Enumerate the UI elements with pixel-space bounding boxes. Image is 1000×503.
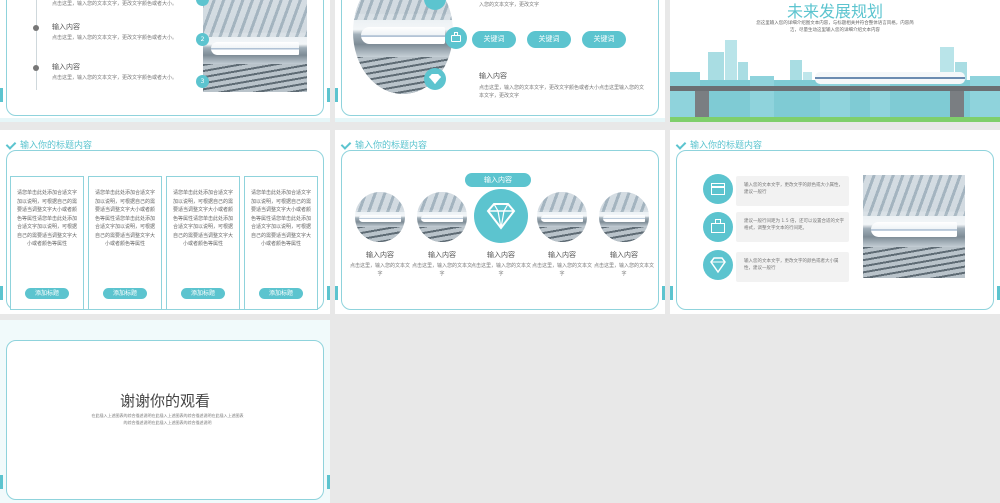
train-photo	[203, 0, 307, 92]
card-1-text: 请您单击此处添加合适文字加以说明，可根据自己的需要适当调整文字大小或者颜色等属性…	[17, 190, 78, 247]
thanks-title: 谢谢你的观看	[119, 392, 210, 410]
tick	[335, 286, 338, 300]
calendar-icon	[703, 174, 733, 204]
tick	[670, 286, 673, 300]
item-2-title: 输入内容	[52, 23, 80, 31]
step-number-2: 2	[196, 33, 209, 46]
row-3-text: 输入您的文本文字，更改文字的颜色或者大小属性，建议一般行	[744, 259, 839, 271]
city-skyline	[670, 40, 1000, 122]
circle-photo-4	[537, 192, 587, 242]
tick	[327, 475, 330, 489]
diamond-icon	[703, 250, 733, 280]
item-1-title: 输入内容	[366, 251, 394, 259]
toolbox-icon	[445, 27, 467, 49]
item-2-desc: 点击这里，输入您的文本文字，更改文字颜色或者大小。	[52, 35, 178, 41]
check-icon	[6, 140, 16, 150]
card-4-text: 请您单击此处添加合适文字加以说明，可根据自己的需要适当调整文字大小或者颜色等属性…	[251, 190, 312, 247]
item-5-desc: 点击这里，输入您的文本文字	[594, 263, 655, 277]
item-3-title: 输入内容	[487, 251, 515, 259]
tick	[327, 286, 330, 300]
keyword-button-2[interactable]: 关键词	[527, 31, 571, 48]
check-icon	[341, 140, 351, 150]
diamond-icon	[474, 189, 528, 243]
item-2-title: 输入内容	[428, 251, 456, 259]
add-title-button-3[interactable]: 添加标题	[181, 288, 225, 299]
slide-3-title: 未来发展规划	[786, 2, 883, 21]
slide-1[interactable]: 点击这里，输入您的文本文字，更改文字颜色或者大小。 输入内容 点击这里，输入您的…	[0, 0, 330, 122]
tick	[335, 88, 338, 102]
content-heading: 输入内容	[479, 72, 507, 80]
tick	[327, 88, 330, 102]
slide-2[interactable]: 入您的文本文字，更改文字 关键词 关键词 关键词 输入内容 点击这里，输入您的文…	[335, 0, 665, 122]
slide-3[interactable]: 未来发展规划 您这里输入您的详细介绍图文本内容，与标题相关并符合整体语言风格，内…	[670, 0, 1000, 122]
circle-photo-5	[599, 192, 649, 242]
item-3-desc: 点击这里，输入您的文本文字，更改文字颜色或者大小。	[52, 75, 178, 81]
tick	[662, 286, 665, 300]
slide-5[interactable]: 输入你的标题内容 输入内容 输入内容 点击这里，输入您的文本文字 输入内容 点击…	[335, 130, 665, 314]
item-3-desc: 点击这里，输入您的文本文字	[471, 263, 532, 277]
keyword-button-1[interactable]: 关键词	[472, 31, 516, 48]
item-1-desc: 点击这里，输入您的文本文字	[350, 263, 411, 277]
item-4-desc: 点击这里，输入您的文本文字	[532, 263, 593, 277]
timeline-line	[36, 0, 37, 90]
check-icon	[676, 140, 686, 150]
circle-photo-2	[417, 192, 467, 242]
item-4-title: 输入内容	[548, 251, 576, 259]
accent-bar	[335, 118, 665, 122]
train-photo	[863, 175, 965, 278]
item-2-desc: 点击这里，输入您的文本文字	[412, 263, 473, 277]
text-card-4: 请您单击此处添加合适文字加以说明，可根据自己的需要适当调整文字大小或者颜色等属性…	[244, 176, 318, 310]
diamond-icon	[424, 68, 446, 90]
step-number-3: 3	[196, 75, 209, 88]
row-2-text: 建议一般行间距为 1.5 倍，还可以设置合适的文字格式，调整文字文本的行间距。	[744, 219, 845, 231]
tick	[0, 88, 3, 102]
card-2-text: 请您单击此处添加合适文字加以说明，可根据自己的需要适当调整文字大小或者颜色等属性…	[95, 190, 156, 247]
slide-4[interactable]: 输入你的标题内容 请您单击此处添加合适文字加以说明，可根据自己的需要适当调整文字…	[0, 130, 330, 314]
add-title-button-1[interactable]: 添加标题	[25, 288, 69, 299]
tick	[0, 475, 3, 489]
text-card-1: 请您单击此处添加合适文字加以说明，可根据自己的需要适当调整文字大小或者颜色等属性…	[10, 176, 84, 310]
toolbox-icon	[703, 212, 733, 242]
add-title-button-2[interactable]: 添加标题	[103, 288, 147, 299]
text-card-3: 请您单击此处添加合适文字加以说明，可根据自己的需要适当调整文字大小或者颜色等属性…	[166, 176, 240, 310]
item-1-desc: 点击这里，输入您的文本文字，更改文字颜色或者大小。	[52, 1, 178, 7]
slide-7[interactable]: 谢谢你的观看 在此插入上述图表的综合描述说明在此插入上述图表的综合描述说明在此插…	[0, 320, 330, 503]
dot	[33, 25, 39, 31]
slide-6[interactable]: 输入你的标题内容 输入您的文本文字，更改文字的颜色或大小属性，建议一般行 建议一…	[670, 130, 1000, 314]
circle-photo-1	[355, 192, 405, 242]
card-3-text: 请您单击此处添加合适文字加以说明，可根据自己的需要适当调整文字大小或者颜色等属性…	[173, 190, 234, 247]
accent-bar	[0, 118, 330, 122]
tick	[0, 286, 3, 300]
text-card-2: 请您单击此处添加合适文字加以说明，可根据自己的需要适当调整文字大小或者颜色等属性…	[88, 176, 162, 310]
item-5-title: 输入内容	[610, 251, 638, 259]
thanks-desc: 在此插入上述图表的综合描述说明在此插入上述图表的综合描述说明在此插入上述图表的综…	[91, 413, 244, 425]
top-desc: 入您的文本文字，更改文字	[479, 2, 540, 8]
item-3-title: 输入内容	[52, 63, 80, 71]
add-title-button-4[interactable]: 添加标题	[259, 288, 303, 299]
row-1-text: 输入您的文本文字，更改文字的颜色或大小属性，建议一般行	[744, 183, 843, 195]
content-desc: 点击这里，输入您的文本文字，更改文字颜色或者大小点击这里输入您的文本文字，更改文…	[479, 85, 645, 99]
keyword-button-3[interactable]: 关键词	[582, 31, 626, 48]
content-banner: 输入内容	[465, 173, 531, 187]
dot	[33, 65, 39, 71]
